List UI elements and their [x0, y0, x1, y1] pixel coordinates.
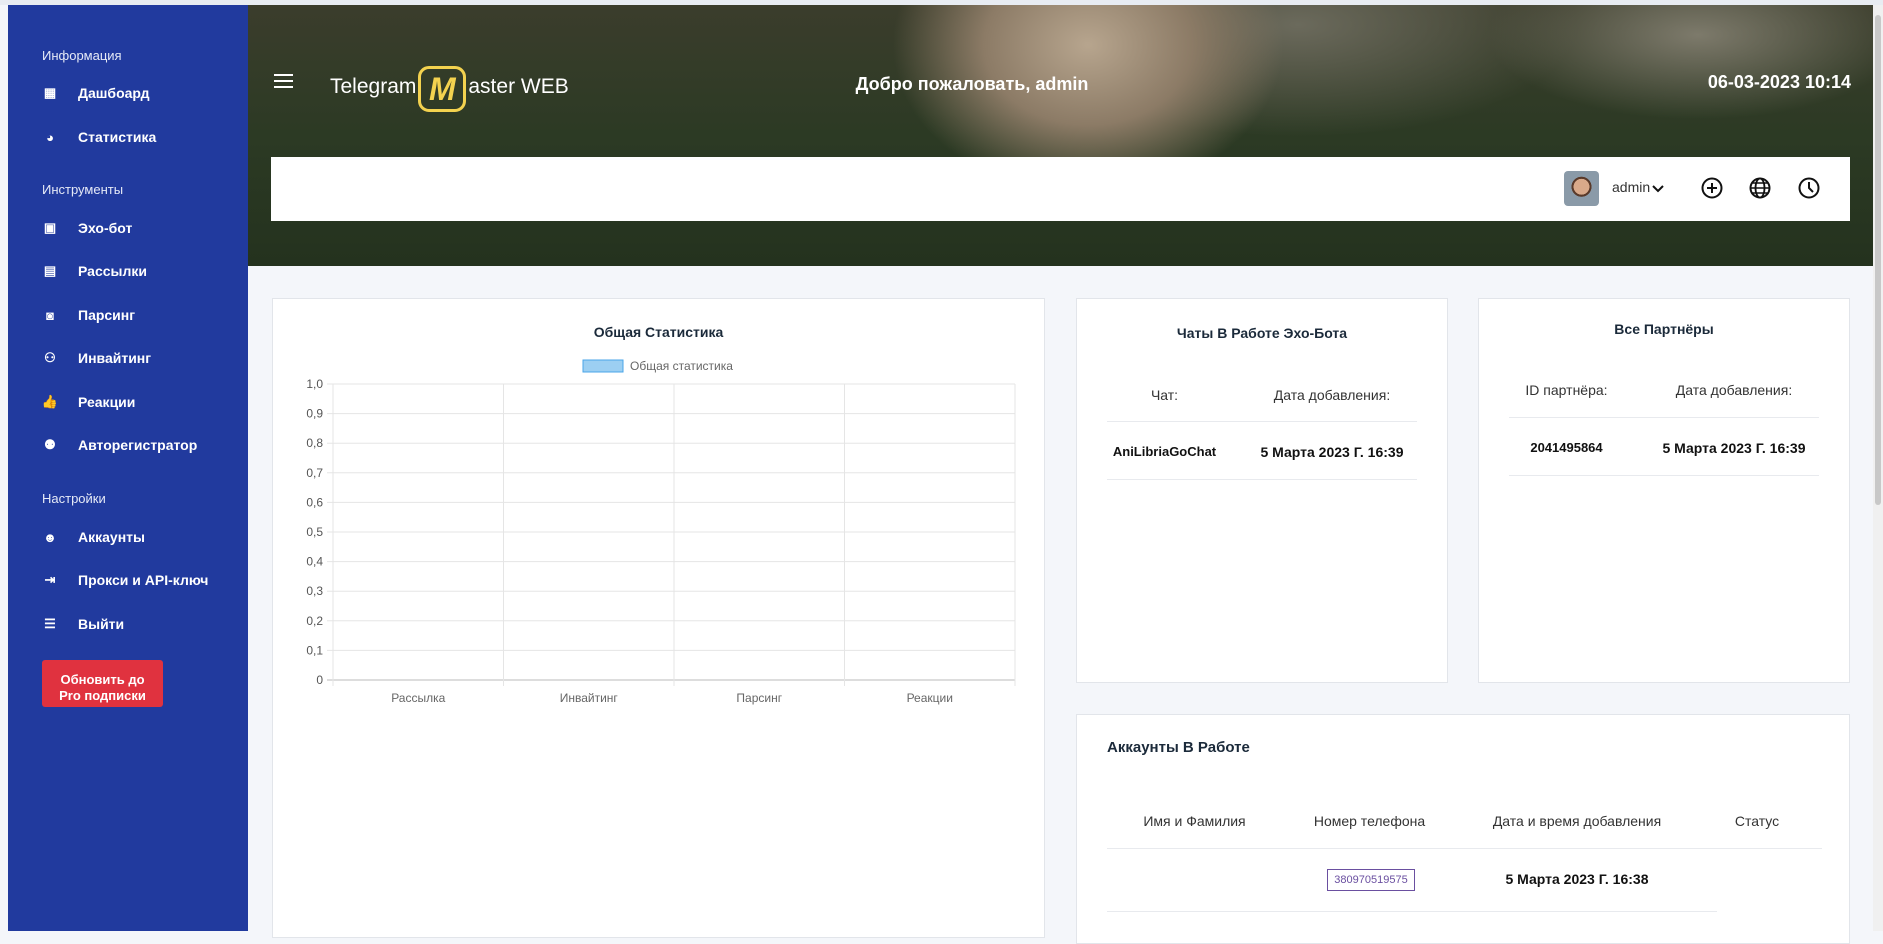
y-tick-label: 0,1 [306, 643, 323, 657]
avatar[interactable] [1564, 171, 1599, 206]
label: Эхо-бот [78, 220, 133, 236]
label: Авторегистратор [78, 437, 198, 453]
label: Рассылки [78, 263, 147, 279]
menu-icon[interactable] [274, 74, 293, 88]
sidebar-item-mailings[interactable]: ▤ Рассылки [42, 263, 147, 279]
sidebar-item-dashboard[interactable]: ▦ Дашбоард [42, 85, 150, 101]
logout-icon: ☰ [44, 616, 56, 631]
sidebar-item-echo-bot[interactable]: ▣ Эхо-бот [42, 220, 132, 236]
thumbs-up-icon: 👍 [41, 394, 59, 409]
echo-bot-icon: ▣ [43, 220, 57, 235]
login-icon: ⇥ [44, 572, 56, 587]
column-header: Дата добавления: [1675, 382, 1793, 398]
sidebar-item-accounts[interactable]: ☻ Аккаунты [42, 529, 145, 545]
sidebar-item-inviting[interactable]: ⚇ Инвайтинг [42, 350, 151, 366]
label: Статистика [78, 129, 157, 145]
clock-icon[interactable] [1797, 176, 1821, 200]
y-tick-label: 1,0 [306, 377, 323, 391]
scrollbar-thumb[interactable] [1875, 15, 1881, 505]
add-icon[interactable] [1700, 176, 1724, 200]
phone-badge[interactable]: 380970519575 [1327, 869, 1415, 891]
legend-swatch [582, 359, 624, 373]
column-header: Номер телефона [1313, 813, 1426, 829]
user-register-icon: ⚉ [44, 437, 56, 452]
sidebar-item-parsing[interactable]: ◙ Парсинг [42, 307, 135, 323]
label: Парсинг [78, 307, 136, 323]
column-header: Дата и время добавления [1492, 813, 1662, 829]
bar-chart: Общая статистика 0 0,1 0,2 0,3 0,4 0,5 0,6 0,7 0,… [306, 359, 1016, 705]
y-tick-label: 0,3 [306, 584, 323, 598]
parsing-icon: ◙ [46, 307, 54, 323]
dashboard-icon: ▦ [43, 85, 57, 100]
user-name[interactable]: admin [1612, 179, 1650, 195]
card-title: Все Партнёры [1614, 321, 1714, 337]
scrollbar[interactable] [1873, 5, 1883, 931]
logo-text: aster WEB [468, 75, 569, 98]
sidebar-item-statistics[interactable]: ◕ Статистика [42, 129, 156, 145]
globe-icon[interactable] [1748, 176, 1772, 200]
user-circle-icon: ☻ [43, 529, 57, 545]
mailing-icon: ▤ [43, 263, 57, 278]
logo-mark: M [418, 66, 467, 112]
welcome-text: Добро пожаловать, admin [855, 74, 1089, 94]
y-tick-label: 0,7 [306, 466, 323, 480]
y-tick-label: 0,9 [306, 407, 323, 421]
datetime: 06-03-2023 10:14 [1707, 72, 1851, 92]
legend-label: Общая статистика [630, 359, 733, 373]
upgrade-label: Обновить до [60, 671, 145, 687]
label: Дашбоард [78, 85, 150, 101]
pie-chart-icon: ◕ [46, 129, 54, 145]
label: Прокси и API-ключ [78, 572, 209, 588]
column-header: Чат: [1150, 387, 1179, 403]
upgrade-pro-button[interactable]: Обновить до Pro подписки [42, 660, 163, 707]
card-title: Аккаунты В Работе [1107, 739, 1250, 756]
column-header: Дата добавления: [1273, 387, 1391, 403]
y-tick-label: 0,4 [306, 555, 323, 569]
y-tick-label: 0,2 [306, 614, 323, 628]
column-header: Имя и Фамилия [1143, 813, 1246, 829]
section-info: Информация [42, 48, 122, 63]
column-header: Статус [1734, 813, 1780, 829]
chat-date: 5 Марта 2023 Г. 16:39 [1260, 444, 1404, 460]
section-settings: Настройки [42, 491, 106, 506]
accounts-card: Аккаунты В Работе Имя и Фамилия Номер те… [1076, 714, 1850, 944]
label: Выйти [78, 616, 125, 632]
card-title: Чаты В Работе Эхо-Бота [1176, 325, 1348, 341]
y-tick-label: 0,8 [306, 436, 323, 450]
logo[interactable]: Telegram Master WEB [330, 64, 569, 112]
partner-date: 5 Марта 2023 Г. 16:39 [1662, 440, 1806, 456]
chart-title: Общая Статистика [593, 324, 724, 340]
section-tools: Инструменты [42, 182, 124, 197]
account-date: 5 Марта 2023 Г. 16:38 [1505, 871, 1649, 887]
sidebar-item-logout[interactable]: ☰ Выйти [42, 616, 124, 632]
x-tick-label: Инвайтинг [560, 691, 619, 705]
user-toolbar: admin [271, 157, 1850, 221]
y-tick-label: 0,6 [306, 495, 323, 509]
sidebar-item-autoregistrator[interactable]: ⚉ Авторегистратор [42, 437, 197, 453]
chat-name: AniLibriaGoChat [1112, 444, 1217, 459]
logo-text: Telegram [330, 75, 417, 98]
partner-id: 2041495864 [1530, 440, 1603, 455]
x-tick-label: Парсинг [736, 691, 782, 705]
column-header: ID партнёра: [1525, 382, 1608, 398]
users-icon: ⚇ [44, 350, 56, 365]
label: Аккаунты [78, 529, 145, 545]
y-tick-label: 0,5 [306, 525, 323, 539]
y-tick-label: 0 [316, 673, 323, 687]
header-banner [248, 5, 1873, 266]
chevron-down-icon[interactable] [1651, 181, 1665, 195]
upgrade-label: Pro подписки [59, 687, 146, 703]
stats-chart-card: Общая Статистика Общая статистика 0 0,1 0,2… [272, 298, 1045, 938]
label: Инвайтинг [78, 350, 152, 366]
sidebar-item-proxy[interactable]: ⇥ Прокси и API-ключ [42, 572, 209, 588]
x-tick-label: Рассылка [391, 691, 445, 705]
label: Реакции [78, 394, 136, 410]
sidebar: Информация ▦ Дашбоард ◕ Статистика Инструм… [8, 5, 248, 931]
sidebar-item-reactions[interactable]: 👍 Реакции [42, 394, 135, 410]
echo-bot-chats-card: Чаты В Работе Эхо-Бота Чат: Дата добавле… [1076, 298, 1448, 683]
partners-card: Все Партнёры ID партнёра: Дата добавлени… [1478, 298, 1850, 683]
x-tick-label: Реакции [907, 691, 953, 705]
